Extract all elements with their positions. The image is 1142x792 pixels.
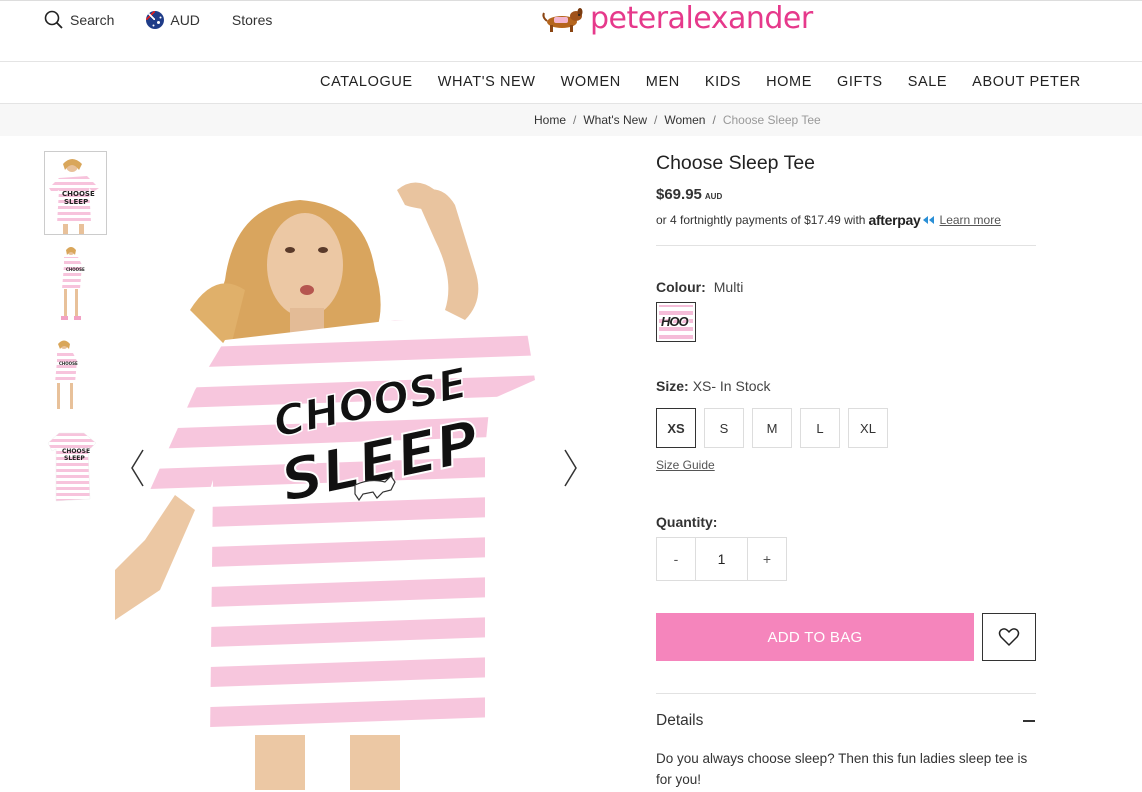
thumbnail-image: CHOOSE bbox=[55, 340, 78, 409]
afterpay-learn-more-link[interactable]: Learn more bbox=[940, 213, 1001, 227]
breadcrumb-separator: / bbox=[573, 113, 577, 127]
dachshund-logo-icon bbox=[542, 7, 583, 32]
price-currency: AUD bbox=[704, 192, 723, 201]
price-value: $69.95 bbox=[656, 186, 702, 203]
afterpay-brand: afterpay bbox=[868, 212, 921, 228]
size-option-m[interactable]: M bbox=[752, 408, 792, 448]
size-option-s[interactable]: S bbox=[704, 408, 744, 448]
product-thumbnails: CHOOSE SLEEP CHOOSE CHOOSE CHOOSE SLEEP bbox=[44, 151, 108, 519]
afterpay-logo: afterpay bbox=[868, 212, 935, 228]
stores-label: Stores bbox=[231, 12, 273, 28]
thumbnail-image: CHOOSE SLEEP bbox=[49, 159, 99, 234]
breadcrumb-separator: / bbox=[712, 113, 716, 127]
details-accordion-toggle[interactable]: Details bbox=[656, 693, 1036, 730]
search-link[interactable]: Search bbox=[44, 10, 114, 30]
thumbnail-image: CHOOSE SLEEP bbox=[47, 432, 97, 502]
nav-item-kids[interactable]: KIDS bbox=[705, 74, 741, 90]
wishlist-button[interactable] bbox=[982, 613, 1036, 661]
swatch-image: HOO bbox=[659, 305, 693, 339]
nav-item-about-peter[interactable]: ABOUT PETER bbox=[972, 74, 1081, 90]
breadcrumb-current: Choose Sleep Tee bbox=[722, 113, 821, 127]
australia-flag-icon bbox=[146, 11, 165, 29]
thumbnail-4[interactable]: CHOOSE SLEEP bbox=[44, 427, 107, 511]
colour-row: Colour: Multi bbox=[656, 279, 1036, 295]
size-options: XS S M L XL bbox=[656, 408, 1036, 448]
size-option-xs[interactable]: XS bbox=[656, 408, 696, 448]
main-nav: CATALOGUE WHAT'S NEW WOMEN MEN KIDS HOME… bbox=[0, 62, 1142, 104]
logo-wordmark: peteralexander bbox=[590, 1, 813, 36]
quantity-input[interactable]: 1 bbox=[695, 538, 748, 580]
size-option-l[interactable]: L bbox=[800, 408, 840, 448]
breadcrumb-women[interactable]: Women bbox=[664, 113, 705, 127]
next-image-button[interactable] bbox=[560, 448, 580, 488]
svg-text:CHOOSE: CHOOSE bbox=[59, 361, 78, 366]
currency-label: AUD bbox=[170, 12, 200, 28]
svg-text:CHOOSE: CHOOSE bbox=[66, 267, 85, 272]
colour-value: Multi bbox=[713, 279, 744, 295]
product-photo: CHOOSE SLEEP bbox=[115, 182, 535, 790]
nav-item-whats-new[interactable]: WHAT'S NEW bbox=[438, 74, 536, 90]
size-option-xl[interactable]: XL bbox=[848, 408, 888, 448]
nav-item-women[interactable]: WOMEN bbox=[561, 74, 621, 90]
colour-swatch-multi[interactable]: HOO bbox=[656, 302, 696, 342]
product-price: $69.95 AUD bbox=[656, 186, 1036, 203]
purchase-actions: ADD TO BAG bbox=[656, 613, 1036, 661]
nav-item-home[interactable]: HOME bbox=[766, 74, 812, 90]
afterpay-info: or 4 fortnightly payments of $17.49 with… bbox=[656, 212, 1036, 228]
svg-text:CHOOSE: CHOOSE bbox=[62, 448, 90, 455]
utility-links: Search AUD Stores bbox=[44, 10, 304, 30]
site-logo[interactable]: peteralexander bbox=[540, 1, 813, 36]
product-main-image[interactable]: CHOOSE SLEEP bbox=[115, 150, 605, 790]
details-label: Details bbox=[656, 712, 704, 729]
search-label: Search bbox=[70, 12, 115, 28]
quantity-stepper: - 1 + bbox=[656, 537, 787, 581]
svg-text:CHOOSE: CHOOSE bbox=[62, 190, 95, 198]
heart-icon bbox=[998, 628, 1020, 646]
currency-selector[interactable]: AUD bbox=[146, 11, 200, 29]
breadcrumb-bar: Home / What's New / Women / Choose Sleep… bbox=[0, 104, 1142, 136]
nav-item-men[interactable]: MEN bbox=[646, 74, 680, 90]
details-text: Do you always choose sleep? Then this fu… bbox=[656, 751, 1028, 787]
thumbnail-2[interactable]: CHOOSE bbox=[44, 243, 107, 327]
search-icon bbox=[44, 10, 63, 29]
prev-image-button[interactable] bbox=[128, 448, 148, 488]
thumbnail-1[interactable]: CHOOSE SLEEP bbox=[44, 151, 107, 235]
minus-icon bbox=[1023, 720, 1035, 722]
thumbnail-3[interactable]: CHOOSE bbox=[44, 335, 107, 419]
size-guide-link[interactable]: Size Guide bbox=[656, 458, 715, 472]
quantity-decrease-button[interactable]: - bbox=[657, 538, 695, 580]
colour-label: Colour: bbox=[656, 279, 706, 295]
product-info: Choose Sleep Tee $69.95 AUD or 4 fortnigh… bbox=[656, 152, 1036, 790]
svg-text:SLEEP: SLEEP bbox=[64, 198, 88, 206]
nav-item-gifts[interactable]: GIFTS bbox=[837, 74, 883, 90]
afterpay-arrows-icon bbox=[922, 216, 934, 224]
afterpay-text: or 4 fortnightly payments of $17.49 with bbox=[656, 213, 866, 227]
divider bbox=[656, 245, 1036, 246]
breadcrumb-whats-new[interactable]: What's New bbox=[583, 113, 647, 127]
nav-item-catalogue[interactable]: CATALOGUE bbox=[320, 74, 413, 90]
chevron-right-icon bbox=[564, 449, 577, 487]
chevron-left-icon bbox=[131, 449, 144, 487]
top-bar: Search AUD Stores peteralexander bbox=[0, 0, 1142, 62]
product-title: Choose Sleep Tee bbox=[656, 152, 816, 174]
stores-link[interactable]: Stores bbox=[232, 12, 272, 28]
quantity-label: Quantity: bbox=[656, 514, 718, 530]
thumbnail-image: CHOOSE bbox=[61, 247, 85, 320]
nav-item-sale[interactable]: SALE bbox=[908, 74, 947, 90]
size-row: Size: XS- In Stock bbox=[656, 378, 1036, 394]
size-value: XS- In Stock bbox=[692, 378, 771, 394]
add-to-bag-button[interactable]: ADD TO BAG bbox=[656, 613, 974, 661]
size-label: Size: bbox=[656, 378, 689, 394]
breadcrumb-home[interactable]: Home bbox=[534, 113, 566, 127]
svg-text:SLEEP: SLEEP bbox=[64, 455, 85, 462]
breadcrumb-separator: / bbox=[654, 113, 658, 127]
breadcrumb: Home / What's New / Women / Choose Sleep… bbox=[534, 113, 821, 127]
quantity-increase-button[interactable]: + bbox=[748, 538, 786, 580]
